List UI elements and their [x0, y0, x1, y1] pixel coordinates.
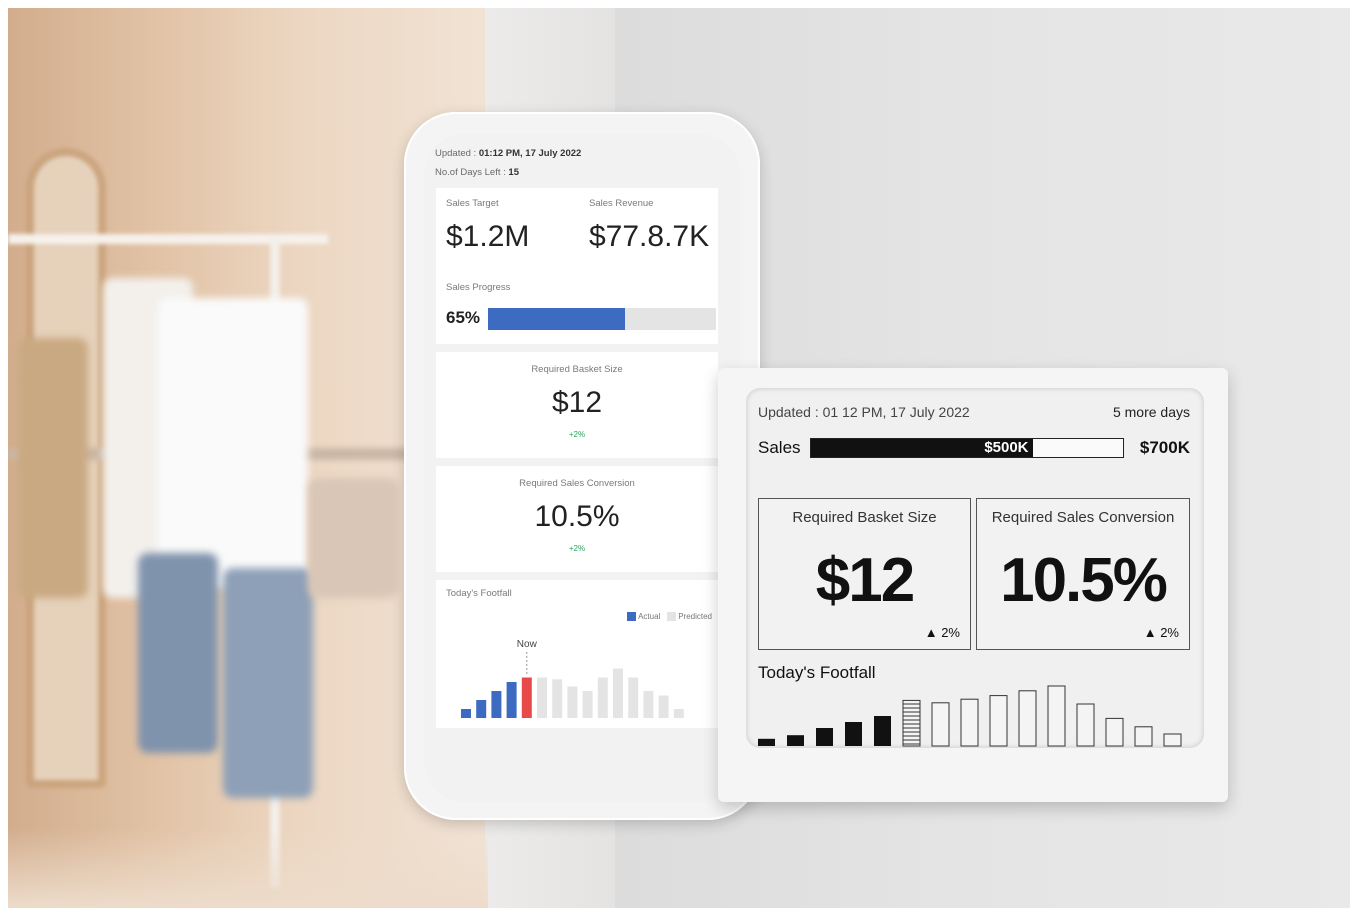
predicted-bar	[582, 691, 593, 718]
hanging-jeans	[138, 553, 218, 753]
predicted-bar	[1047, 685, 1066, 747]
days-left-value: 15	[508, 167, 519, 178]
predicted-bar	[1134, 726, 1153, 747]
tag-updated: Updated : 01 12 PM, 17 July 2022	[758, 404, 970, 420]
tag-conversion-change-value: 2%	[1160, 625, 1179, 640]
clothing-rail	[8, 234, 328, 244]
footfall-bar-chart: Now	[461, 639, 684, 718]
sales-conversion-card[interactable]: Required Sales Conversion 10.5% +2%	[436, 466, 718, 572]
tag-basket-change-value: 2%	[941, 625, 960, 640]
actual-bar	[521, 677, 532, 718]
footfall-title: Today's Footfall	[446, 588, 512, 599]
predicted-bar	[643, 691, 654, 718]
tag-sales-conversion-box: Required Sales Conversion 10.5% ▲ 2%	[976, 498, 1190, 650]
actual-bar	[461, 709, 471, 718]
tag-basket-size-box: Required Basket Size $12 ▲ 2%	[758, 498, 971, 650]
days-left-label: No.of Days Left :	[435, 167, 509, 178]
floor	[8, 828, 488, 908]
actual-bar	[476, 700, 487, 718]
updated-line: Updated : 01:12 PM, 17 July 2022	[435, 148, 581, 159]
tag-sales-conversion-change: ▲ 2%	[1144, 625, 1179, 640]
legend-actual-swatch	[627, 612, 637, 622]
tag-sales-bar: $500K	[810, 438, 1124, 458]
actual-bar	[787, 735, 804, 746]
hanging-shirt	[158, 298, 308, 588]
sales-revenue-label: Sales Revenue	[589, 198, 654, 209]
predicted-bar	[658, 695, 669, 718]
actual-bar	[874, 716, 891, 746]
sales-progress-bar	[488, 308, 716, 330]
tag-footfall-bar-chart	[758, 685, 1182, 747]
folded-clothes	[308, 478, 398, 598]
actual-bar	[506, 682, 517, 718]
tag-sales-conversion-value: 10.5%	[1000, 546, 1168, 615]
tag-days-left: 5 more days	[1112, 404, 1190, 420]
sales-conversion-value: 10.5%	[534, 500, 620, 533]
sales-target-value: $1.2M	[446, 220, 530, 253]
predicted-bar	[1076, 703, 1095, 747]
predicted-bar	[552, 679, 563, 718]
predicted-bar	[567, 686, 578, 718]
predicted-bar	[960, 698, 979, 747]
epaper-screen: Updated : 01 12 PM, 17 July 2022 5 more …	[746, 388, 1204, 748]
tag-sales-fill: $500K	[811, 439, 1033, 457]
actual-bar	[758, 738, 775, 746]
predicted-bar	[1105, 717, 1124, 747]
predicted-bar	[628, 677, 639, 718]
predicted-bar	[597, 677, 608, 718]
tag-sales-current: $500K	[984, 439, 1029, 456]
tag-basket-size-value: $12	[815, 546, 915, 615]
actual-bar	[491, 691, 502, 718]
basket-size-label: Required Basket Size	[531, 364, 623, 375]
predicted-bar	[1163, 733, 1182, 747]
predicted-bar	[1018, 690, 1037, 747]
basket-size-value: $12	[551, 386, 603, 419]
actual-bar	[816, 728, 833, 746]
chart-legend: Actual Predicted	[627, 612, 712, 622]
predicted-bar	[673, 709, 684, 718]
sales-progress-label: Sales Progress	[446, 282, 511, 293]
legend-actual-label: Actual	[638, 612, 661, 621]
basket-size-change: +2%	[568, 430, 586, 439]
legend-predicted-swatch	[666, 612, 676, 622]
current-hour-bar	[902, 699, 921, 747]
sales-progress-fill	[488, 308, 625, 330]
triangle-up-icon: ▲	[1143, 625, 1157, 640]
predicted-bar	[931, 702, 950, 747]
updated-value: 01:12 PM, 17 July 2022	[478, 148, 582, 159]
predicted-bar	[989, 695, 1008, 747]
triangle-up-icon: ▲	[924, 625, 938, 640]
hanging-jeans	[223, 568, 313, 798]
tag-basket-size-change: ▲ 2%	[925, 625, 960, 640]
days-left-line: No.of Days Left : 15	[435, 167, 519, 178]
sales-revenue-value: $77.8.7K	[589, 220, 710, 253]
sales-conversion-change: +2%	[568, 544, 586, 553]
updated-label: Updated :	[435, 148, 479, 159]
hanging-garment	[18, 338, 88, 598]
tag-sales-label: Sales	[758, 438, 801, 457]
predicted-bar	[613, 668, 623, 718]
legend-predicted-label: Predicted	[678, 612, 712, 621]
footfall-card[interactable]: Today's Footfall Actual Predicted Now	[436, 580, 718, 728]
phone-dashboard: Updated : 01:12 PM, 17 July 2022 No.of D…	[424, 134, 740, 802]
sales-conversion-label: Required Sales Conversion	[519, 478, 635, 489]
predicted-bar	[537, 677, 547, 718]
actual-bar	[845, 722, 862, 746]
tag-sales-target: $700K	[1139, 438, 1190, 457]
sales-card[interactable]: Sales Target $1.2M Sales Revenue $77.8.7…	[436, 188, 718, 344]
tag-sales-conversion-label: Required Sales Conversion	[991, 509, 1175, 526]
now-annotation: Now	[517, 639, 538, 650]
sales-target-label: Sales Target	[446, 198, 499, 209]
epaper-shelf-tag: Updated : 01 12 PM, 17 July 2022 5 more …	[718, 368, 1228, 802]
phone-device: Updated : 01:12 PM, 17 July 2022 No.of D…	[404, 112, 760, 820]
sales-progress-value: 65%	[446, 308, 481, 327]
tag-basket-size-label: Required Basket Size	[792, 509, 937, 526]
basket-size-card[interactable]: Required Basket Size $12 +2%	[436, 352, 718, 458]
